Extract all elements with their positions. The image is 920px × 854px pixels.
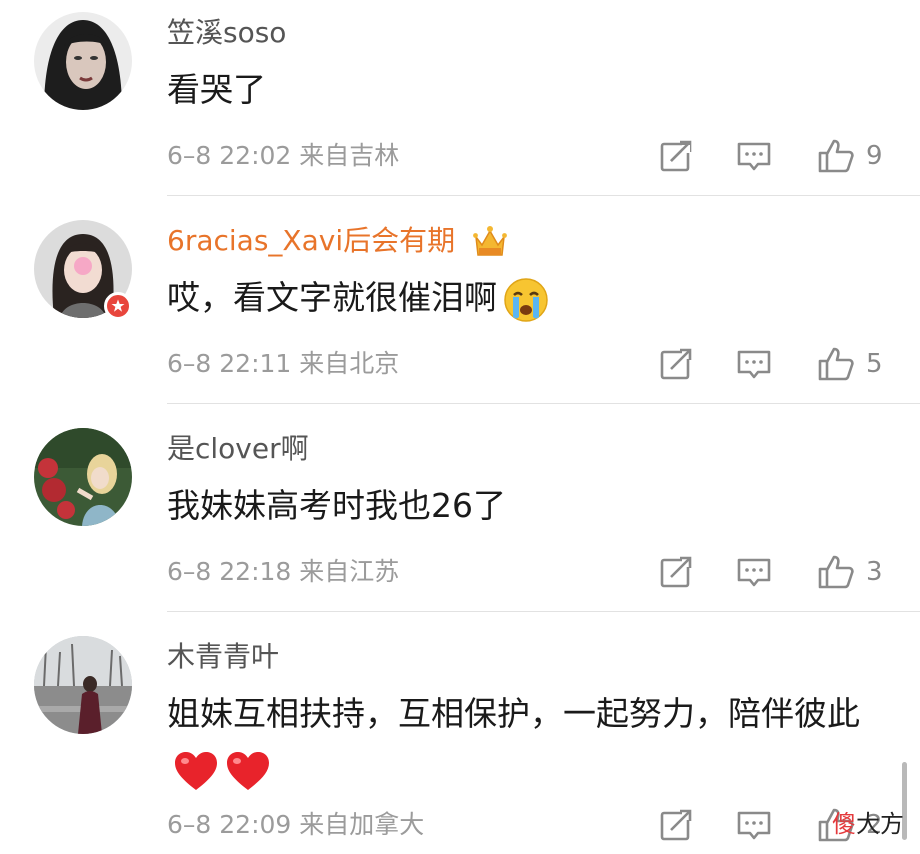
comment-icon[interactable] [734,136,774,176]
comment-meta: 6–8 22:09 来自加拿大 [167,810,424,840]
timestamp: 6–8 22:11 [167,349,292,378]
avatar[interactable] [34,636,132,734]
comment-meta: 6–8 22:18 来自江苏 [167,557,399,587]
comment-text: 看哭了 [167,70,266,109]
comment-meta: 6–8 22:11 来自北京 [167,349,399,379]
comment-icon[interactable] [734,344,774,384]
watermark: 傻大方 [832,810,904,838]
like-count: 5 [866,349,883,379]
comment-meta: 6–8 22:02 来自吉林 [167,141,399,171]
comment-text: 哎，看文字就很催泪啊 [167,270,887,326]
share-icon[interactable] [656,552,696,592]
crown-icon [473,226,507,256]
comment-text: 姐妹互相扶持，互相保护，一起努力，陪伴彼此 [167,686,887,798]
comment-icon[interactable] [734,552,774,592]
divider [167,195,920,196]
heart-emoji [227,751,269,790]
like-count: 9 [866,141,883,171]
comment-icon[interactable] [734,805,774,845]
location: 来自加拿大 [299,810,425,839]
like-icon[interactable] [816,344,856,384]
share-icon[interactable] [656,136,696,176]
username[interactable]: 是clover啊 [167,432,309,466]
username[interactable]: 笠溪soso [167,16,286,50]
like-count: 3 [866,557,883,587]
share-icon[interactable] [656,805,696,845]
location: 来自江苏 [299,557,400,586]
location: 来自吉林 [299,141,400,170]
timestamp: 6–8 22:02 [167,141,292,170]
share-icon[interactable] [656,344,696,384]
comment-text: 我妹妹高考时我也26了 [167,486,506,525]
verified-badge-icon [104,292,132,320]
heart-emoji [175,751,217,790]
timestamp: 6–8 22:09 [167,810,292,839]
avatar[interactable] [34,12,132,110]
username[interactable]: 6racias_Xavi后会有期 [167,224,508,259]
divider [167,403,920,404]
comment-actions: 5 [656,344,883,384]
comment-actions: 9 [656,136,883,176]
comment-actions: 3 [656,552,883,592]
timestamp: 6–8 22:18 [167,557,292,586]
location: 来自北京 [299,349,400,378]
crying-emoji [504,277,548,322]
avatar[interactable] [34,428,132,526]
like-icon[interactable] [816,552,856,592]
username[interactable]: 木青青叶 [167,640,279,674]
divider [167,611,920,612]
like-icon[interactable] [816,136,856,176]
